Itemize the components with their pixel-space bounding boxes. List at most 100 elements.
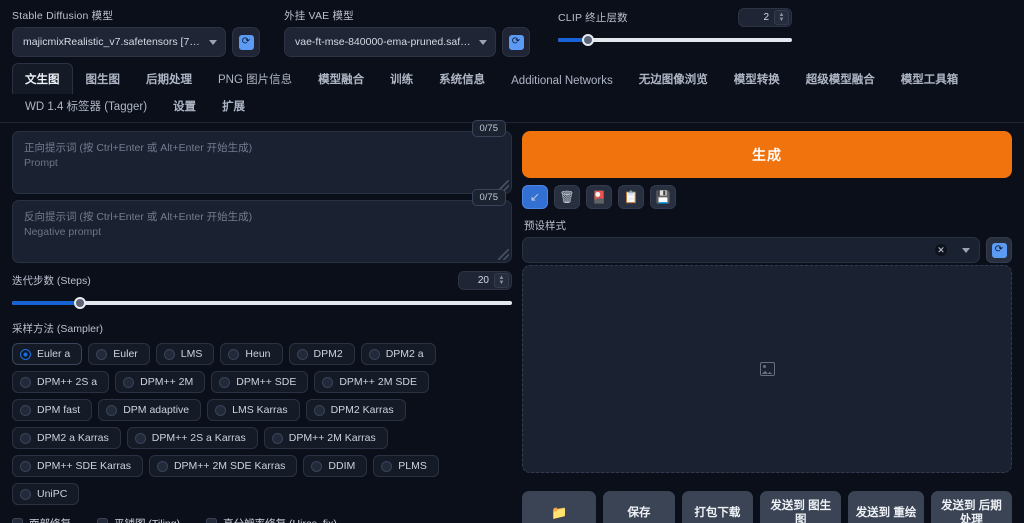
sampler-option-label: LMS bbox=[180, 348, 203, 360]
radio-icon bbox=[311, 460, 323, 472]
sampler-option-euler-a[interactable]: Euler a bbox=[12, 343, 83, 365]
sampler-option-label: DPM++ 2S a Karras bbox=[151, 432, 246, 444]
sampler-option-label: DPM++ 2M SDE Karras bbox=[173, 460, 286, 472]
radio-icon bbox=[219, 376, 231, 388]
sampler-option-label: DPM++ SDE Karras bbox=[37, 460, 131, 472]
styles-refresh-button[interactable]: ⟳ bbox=[986, 237, 1012, 263]
sampler-option-dpmpp-2s-a-karras[interactable]: DPM++ 2S a Karras bbox=[126, 427, 258, 449]
negative-token-counter: 0/75 bbox=[471, 189, 506, 206]
sampler-option-label: DPM2 a Karras bbox=[37, 432, 109, 444]
tab-model-toolkit[interactable]: 模型工具箱 bbox=[888, 63, 972, 94]
clip-skip-number-input[interactable]: 2 ▲ ▼ bbox=[738, 8, 792, 27]
styles-row: ✕ ⟳ bbox=[522, 237, 1012, 263]
tab-settings[interactable]: 设置 bbox=[160, 94, 209, 118]
stepper-icon[interactable]: ▲ ▼ bbox=[494, 273, 509, 288]
sampler-option-label: LMS Karras bbox=[232, 404, 288, 416]
tab-extras[interactable]: 后期处理 bbox=[133, 63, 205, 94]
tab-row-secondary: WD 1.4 标签器 (Tagger) 设置 扩展 bbox=[12, 94, 1012, 122]
steps-number-input[interactable]: 20 ▲ ▼ bbox=[458, 271, 512, 290]
top-bar: Stable Diffusion 模型 majicmixRealistic_v7… bbox=[0, 0, 1024, 63]
output-action-row: 📁 保存 打包下载 发送到 图生图 发送到 重绘 发送到 后期处理 bbox=[522, 491, 1012, 523]
steps-slider[interactable] bbox=[12, 296, 512, 310]
radio-icon bbox=[20, 460, 31, 472]
sampler-option-label: PLMS bbox=[398, 460, 427, 472]
sampler-option-dpm-adaptive[interactable]: DPM adaptive bbox=[98, 399, 202, 421]
tab-model-converter[interactable]: 模型转换 bbox=[721, 63, 793, 94]
positive-prompt-placeholder-line1: 正向提示词 (按 Ctrl+Enter 或 Alt+Enter 开始生成) bbox=[24, 142, 253, 154]
tab-additional-networks[interactable]: Additional Networks bbox=[498, 67, 626, 94]
slider-fill bbox=[12, 301, 80, 305]
sampler-option-dpm2-a[interactable]: DPM2 a bbox=[360, 343, 436, 365]
arrow-down-left-icon: ↙ bbox=[529, 190, 541, 204]
negative-prompt-input[interactable]: 反向提示词 (按 Ctrl+Enter 或 Alt+Enter 开始生成) Ne… bbox=[12, 200, 512, 263]
steps-label: 迭代步数 (Steps) bbox=[12, 275, 91, 287]
sampler-option-dpm2[interactable]: DPM2 bbox=[288, 343, 355, 365]
save-button[interactable]: 保存 bbox=[603, 491, 675, 523]
left-panel: 0/75 正向提示词 (按 Ctrl+Enter 或 Alt+Enter 开始生… bbox=[12, 120, 512, 523]
sampler-option-dpmpp-2s-a[interactable]: DPM++ 2S a bbox=[12, 371, 110, 393]
sampler-radio-group: Euler a Euler LMS Heun DPM2 DPM2 a DPM++… bbox=[12, 343, 512, 505]
sampler-option-dpmpp-2m[interactable]: DPM++ 2M bbox=[115, 371, 206, 393]
show-extra-networks-icon[interactable]: 🎴 bbox=[586, 185, 612, 209]
sampler-option-unipc[interactable]: UniPC bbox=[12, 483, 80, 505]
sampler-option-label: DPM++ 2M bbox=[140, 376, 194, 388]
clip-skip-slider[interactable] bbox=[558, 33, 792, 47]
sampler-option-label: Euler bbox=[113, 348, 138, 360]
feature-checkbox-row: 面部修复 平铺图 (Tiling) 高分辨率修复 (Hires. fix) bbox=[12, 516, 512, 523]
checkbox-restore-faces[interactable]: 面部修复 bbox=[12, 516, 71, 523]
slider-thumb[interactable] bbox=[582, 34, 595, 46]
open-folder-button[interactable]: 📁 bbox=[522, 491, 597, 523]
tab-supermerger[interactable]: 超级模型融合 bbox=[793, 63, 888, 94]
restore-prompt-icon[interactable]: ↙ bbox=[522, 185, 548, 209]
styles-select[interactable]: ✕ bbox=[522, 237, 980, 263]
sampler-option-lms[interactable]: LMS bbox=[155, 343, 215, 365]
sd-model-refresh-button[interactable]: ⟳ bbox=[232, 27, 260, 57]
sampler-option-heun[interactable]: Heun bbox=[220, 343, 283, 365]
slider-thumb[interactable] bbox=[73, 297, 86, 309]
tab-txt2img[interactable]: 文生图 bbox=[12, 63, 73, 94]
apply-style-icon[interactable]: 📋 bbox=[618, 185, 644, 209]
sampler-option-dpmpp-2m-sde-karras[interactable]: DPM++ 2M SDE Karras bbox=[148, 455, 298, 477]
clipboard-icon: 📋 bbox=[623, 190, 639, 204]
tab-system-info[interactable]: 系统信息 bbox=[426, 63, 498, 94]
sampler-option-plms[interactable]: PLMS bbox=[373, 455, 439, 477]
tab-train[interactable]: 训练 bbox=[377, 63, 426, 94]
stepper-icon[interactable]: ▲ ▼ bbox=[774, 10, 789, 25]
sampler-option-dpmpp-sde[interactable]: DPM++ SDE bbox=[211, 371, 309, 393]
radio-icon bbox=[20, 488, 31, 500]
generate-button[interactable]: 生成 bbox=[522, 131, 1012, 178]
resize-handle[interactable] bbox=[498, 249, 509, 260]
tab-png-info[interactable]: PNG 图片信息 bbox=[205, 63, 305, 94]
tab-checkpoint-merger[interactable]: 模型融合 bbox=[305, 63, 377, 94]
vae-model-select[interactable]: vae-ft-mse-840000-ema-pruned.safetensors bbox=[284, 27, 496, 57]
checkbox-tiling[interactable]: 平铺图 (Tiling) bbox=[97, 516, 180, 523]
sampler-option-dpmpp-sde-karras[interactable]: DPM++ SDE Karras bbox=[12, 455, 143, 477]
sd-model-select[interactable]: majicmixRealistic_v7.safetensors [7c819b… bbox=[12, 27, 226, 57]
sampler-option-dpmpp-2m-karras[interactable]: DPM++ 2M Karras bbox=[263, 427, 388, 449]
tab-wd-tagger[interactable]: WD 1.4 标签器 (Tagger) bbox=[12, 94, 160, 118]
save-style-icon[interactable]: 💾 bbox=[650, 185, 676, 209]
clear-prompt-icon[interactable]: 🗑 bbox=[554, 185, 580, 209]
checkbox-icon bbox=[206, 518, 218, 523]
tab-extensions[interactable]: 扩展 bbox=[209, 94, 258, 118]
sampler-option-label: DPM fast bbox=[37, 404, 81, 416]
tab-img2img[interactable]: 图生图 bbox=[73, 63, 134, 94]
close-icon[interactable]: ✕ bbox=[935, 244, 947, 256]
send-to-extras-button[interactable]: 发送到 后期处理 bbox=[930, 491, 1012, 523]
radio-icon bbox=[163, 348, 175, 360]
zip-download-button[interactable]: 打包下载 bbox=[681, 491, 754, 523]
sampler-option-dpm2-karras[interactable]: DPM2 Karras bbox=[305, 399, 406, 421]
positive-prompt-input[interactable]: 正向提示词 (按 Ctrl+Enter 或 Alt+Enter 开始生成) Pr… bbox=[12, 131, 512, 194]
sampler-option-dpm2-a-karras[interactable]: DPM2 a Karras bbox=[12, 427, 121, 449]
sampler-option-dpm-fast[interactable]: DPM fast bbox=[12, 399, 93, 421]
output-image-gallery[interactable] bbox=[522, 265, 1012, 473]
sampler-option-ddim[interactable]: DDIM bbox=[303, 455, 368, 477]
vae-model-refresh-button[interactable]: ⟳ bbox=[502, 27, 530, 57]
sampler-option-lms-karras[interactable]: LMS Karras bbox=[207, 399, 300, 421]
tab-infinite-image-browsing[interactable]: 无边图像浏览 bbox=[626, 63, 721, 94]
sampler-option-dpmpp-2m-sde[interactable]: DPM++ 2M SDE bbox=[314, 371, 429, 393]
sampler-option-euler[interactable]: Euler bbox=[88, 343, 150, 365]
checkbox-hires-fix[interactable]: 高分辨率修复 (Hires. fix) bbox=[206, 516, 337, 523]
send-to-inpaint-button[interactable]: 发送到 重绘 bbox=[848, 491, 924, 523]
send-to-img2img-button[interactable]: 发送到 图生图 bbox=[760, 491, 842, 523]
